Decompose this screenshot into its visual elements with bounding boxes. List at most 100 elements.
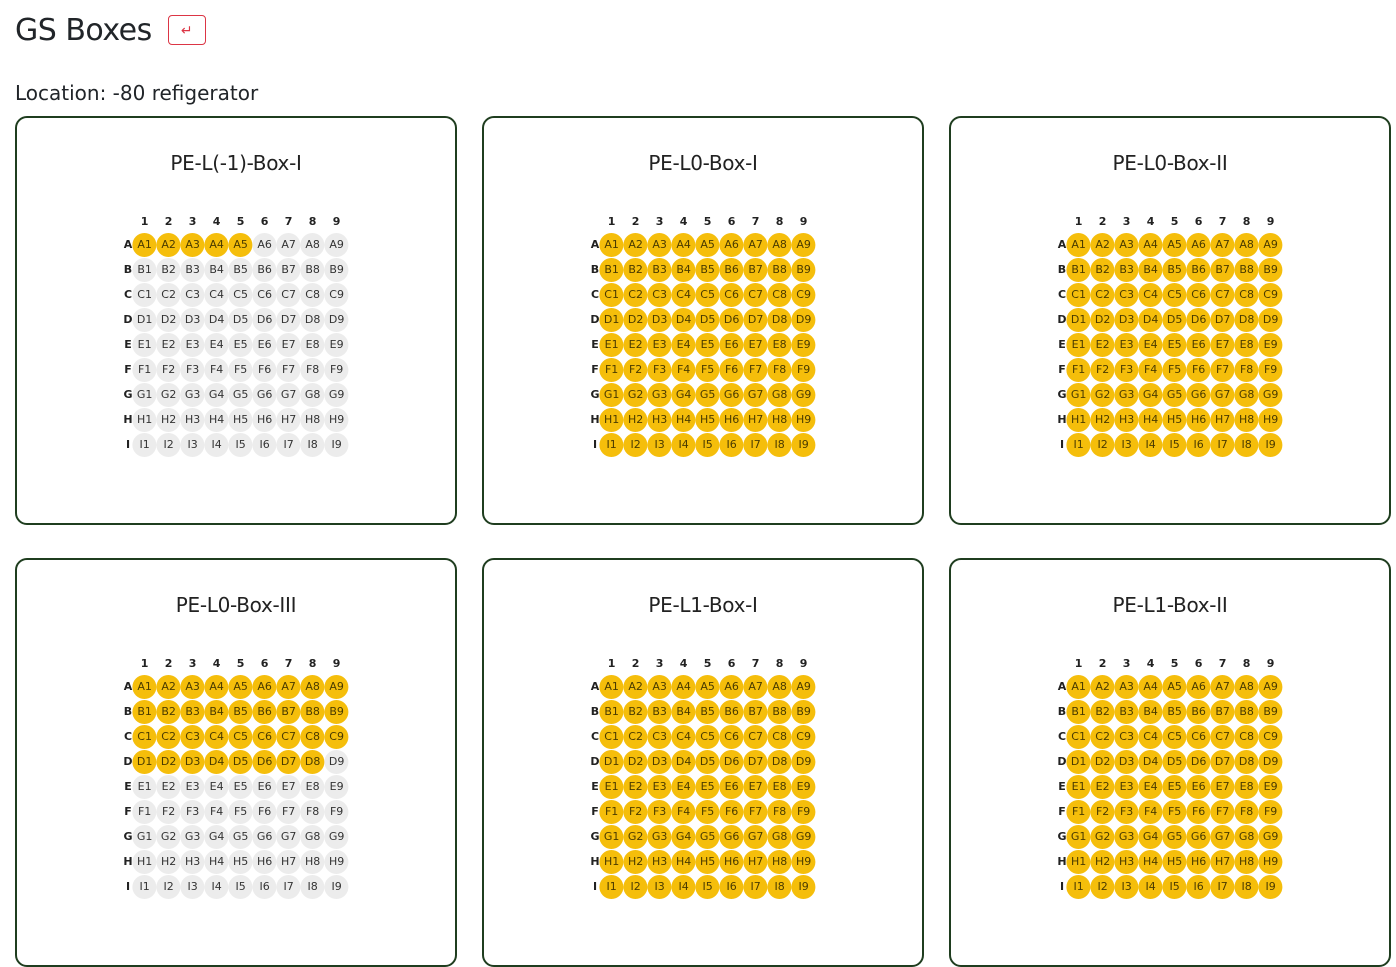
well[interactable]: I6 xyxy=(719,874,744,899)
well[interactable]: B1 xyxy=(599,257,624,282)
well[interactable]: A3 xyxy=(1114,232,1139,257)
well[interactable]: H6 xyxy=(719,849,744,874)
well[interactable]: C3 xyxy=(180,282,205,307)
well[interactable]: F3 xyxy=(1114,357,1139,382)
well[interactable]: H5 xyxy=(228,849,253,874)
well[interactable]: E7 xyxy=(1210,774,1235,799)
well[interactable]: A3 xyxy=(647,232,672,257)
well[interactable]: I8 xyxy=(767,874,792,899)
well[interactable]: I3 xyxy=(647,432,672,457)
well[interactable]: F8 xyxy=(767,357,792,382)
well[interactable]: F7 xyxy=(1210,357,1235,382)
well[interactable]: F4 xyxy=(671,357,696,382)
well[interactable]: I6 xyxy=(719,432,744,457)
well[interactable]: E6 xyxy=(252,774,277,799)
well[interactable]: I9 xyxy=(1258,874,1283,899)
well[interactable]: B9 xyxy=(1258,257,1283,282)
well[interactable]: G5 xyxy=(695,382,720,407)
well[interactable]: G5 xyxy=(1162,824,1187,849)
well[interactable]: E1 xyxy=(1066,774,1091,799)
well[interactable]: D9 xyxy=(1258,749,1283,774)
well[interactable]: C6 xyxy=(1186,724,1211,749)
well[interactable]: C4 xyxy=(671,724,696,749)
well[interactable]: H9 xyxy=(791,407,816,432)
well[interactable]: F6 xyxy=(1186,357,1211,382)
well[interactable]: H1 xyxy=(1066,407,1091,432)
well[interactable]: A3 xyxy=(647,674,672,699)
well[interactable]: E9 xyxy=(791,774,816,799)
well[interactable]: E9 xyxy=(1258,332,1283,357)
well[interactable]: E3 xyxy=(647,332,672,357)
well[interactable]: B4 xyxy=(204,699,229,724)
well[interactable]: C8 xyxy=(300,282,325,307)
well[interactable]: E8 xyxy=(1234,774,1259,799)
well[interactable]: I1 xyxy=(1066,432,1091,457)
well[interactable]: D7 xyxy=(276,749,301,774)
well[interactable]: D2 xyxy=(623,307,648,332)
well[interactable]: G1 xyxy=(599,824,624,849)
well[interactable]: H1 xyxy=(132,407,157,432)
well[interactable]: G2 xyxy=(156,382,181,407)
well[interactable]: A7 xyxy=(1210,232,1235,257)
well[interactable]: G1 xyxy=(1066,382,1091,407)
well[interactable]: I9 xyxy=(1258,432,1283,457)
well[interactable]: B7 xyxy=(743,699,768,724)
well[interactable]: B7 xyxy=(743,257,768,282)
well[interactable]: A8 xyxy=(300,674,325,699)
well[interactable]: E3 xyxy=(647,774,672,799)
well[interactable]: E6 xyxy=(1186,774,1211,799)
well[interactable]: C1 xyxy=(599,724,624,749)
well[interactable]: E8 xyxy=(300,332,325,357)
well[interactable]: D4 xyxy=(204,307,229,332)
well[interactable]: H2 xyxy=(623,849,648,874)
well[interactable]: D1 xyxy=(1066,307,1091,332)
well[interactable]: B8 xyxy=(1234,257,1259,282)
well[interactable]: C5 xyxy=(695,724,720,749)
well[interactable]: E7 xyxy=(1210,332,1235,357)
well[interactable]: I8 xyxy=(300,874,325,899)
well[interactable]: B6 xyxy=(252,257,277,282)
well[interactable]: H3 xyxy=(1114,407,1139,432)
well[interactable]: H1 xyxy=(599,407,624,432)
well[interactable]: G1 xyxy=(1066,824,1091,849)
well[interactable]: C8 xyxy=(767,724,792,749)
well[interactable]: A2 xyxy=(623,232,648,257)
well[interactable]: H6 xyxy=(1186,407,1211,432)
well[interactable]: A2 xyxy=(623,674,648,699)
well[interactable]: H4 xyxy=(1138,849,1163,874)
well[interactable]: C3 xyxy=(180,724,205,749)
well[interactable]: E2 xyxy=(1090,332,1115,357)
well[interactable]: F9 xyxy=(1258,799,1283,824)
well[interactable]: A7 xyxy=(276,674,301,699)
well[interactable]: I6 xyxy=(252,874,277,899)
well[interactable]: B2 xyxy=(623,699,648,724)
well[interactable]: B9 xyxy=(1258,699,1283,724)
well[interactable]: F4 xyxy=(1138,357,1163,382)
well[interactable]: I4 xyxy=(1138,432,1163,457)
well[interactable]: I1 xyxy=(1066,874,1091,899)
well[interactable]: I3 xyxy=(1114,874,1139,899)
well[interactable]: B4 xyxy=(1138,699,1163,724)
well[interactable]: I5 xyxy=(1162,432,1187,457)
well[interactable]: B2 xyxy=(156,257,181,282)
well[interactable]: C7 xyxy=(1210,282,1235,307)
well[interactable]: G4 xyxy=(671,824,696,849)
well[interactable]: C6 xyxy=(1186,282,1211,307)
well[interactable]: C6 xyxy=(252,724,277,749)
well[interactable]: H4 xyxy=(204,407,229,432)
well[interactable]: G7 xyxy=(1210,824,1235,849)
well[interactable]: H5 xyxy=(695,407,720,432)
well[interactable]: D7 xyxy=(1210,307,1235,332)
well[interactable]: C4 xyxy=(1138,724,1163,749)
well[interactable]: C2 xyxy=(623,282,648,307)
well[interactable]: F1 xyxy=(132,357,157,382)
well[interactable]: F5 xyxy=(228,357,253,382)
well[interactable]: A1 xyxy=(599,232,624,257)
well[interactable]: A7 xyxy=(743,232,768,257)
well[interactable]: E3 xyxy=(1114,332,1139,357)
well[interactable]: B6 xyxy=(252,699,277,724)
well[interactable]: I4 xyxy=(204,432,229,457)
well[interactable]: D6 xyxy=(719,307,744,332)
well[interactable]: B5 xyxy=(695,699,720,724)
well[interactable]: F2 xyxy=(623,357,648,382)
